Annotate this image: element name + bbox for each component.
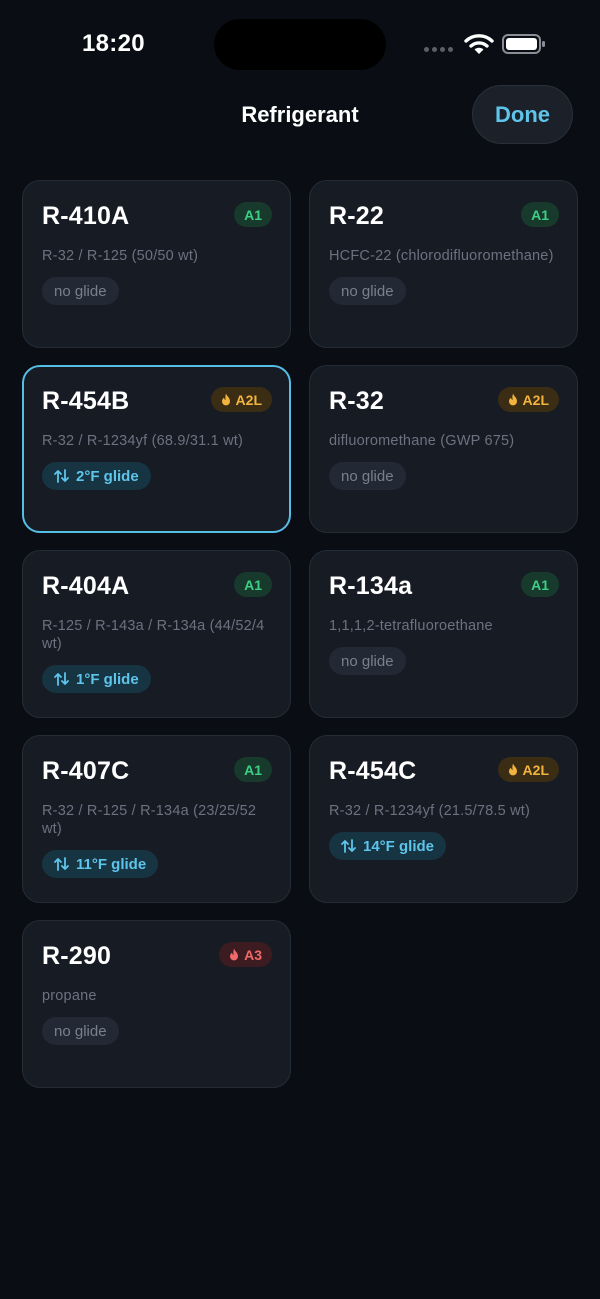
glide-label: no glide — [54, 1022, 107, 1040]
up-down-arrows-icon — [54, 672, 69, 686]
glide-pill: no glide — [42, 277, 119, 305]
safety-class-badge: A1 — [234, 572, 272, 597]
up-down-arrows-icon — [341, 839, 356, 853]
glide-pill: 11°F glide — [42, 850, 159, 878]
refrigerant-card-r-404a[interactable]: R-404A A1 R-125 / R-143a / R-134a (44/52… — [22, 550, 291, 718]
refrigerant-description: R-32 / R-1234yf (68.9/31.1 wt) — [42, 433, 244, 449]
glide-pill: no glide — [42, 1017, 119, 1045]
flame-icon — [221, 393, 230, 406]
safety-class-badge: A1 — [234, 202, 272, 227]
glide-pill: no glide — [329, 277, 406, 305]
refrigerant-card-r-407c[interactable]: R-407C A1 R-32 / R-125 / R-134a (23/25/5… — [22, 735, 291, 903]
glide-label: 14°F glide — [363, 837, 435, 855]
safety-class-badge: A2L — [497, 387, 559, 412]
safety-class-label: A2L — [522, 761, 549, 778]
refrigerant-description: propane — [42, 988, 97, 1004]
up-down-arrows-icon — [54, 857, 69, 871]
safety-class-badge: A2L — [497, 757, 559, 782]
dynamic-island — [214, 19, 386, 70]
safety-class-label: A2L — [522, 391, 549, 408]
glide-label: no glide — [341, 282, 394, 300]
glide-label: 2°F glide — [76, 467, 139, 485]
flame-icon — [230, 948, 239, 961]
up-down-arrows-icon — [54, 469, 69, 483]
wifi-icon — [464, 34, 494, 54]
refrigerant-card-r-290[interactable]: R-290 A3 propane no glide — [22, 920, 291, 1088]
glide-pill: 14°F glide — [329, 832, 447, 860]
glide-label: no glide — [341, 652, 394, 670]
refrigerant-card-r-134a[interactable]: R-134a A1 1,1,1,2-tetrafluoroethane no g… — [309, 550, 578, 718]
refrigerant-card-r-454c[interactable]: R-454C A2L R-32 / R-1234yf (21.5/78.5 wt… — [309, 735, 578, 903]
glide-label: no glide — [54, 282, 107, 300]
refrigerant-description: R-32 / R-125 / R-134a (23/25/52 wt) — [42, 803, 257, 837]
refrigerant-description: difluoromethane (GWP 675) — [329, 433, 515, 449]
safety-class-label: A1 — [531, 576, 549, 593]
refrigerant-description: R-125 / R-143a / R-134a (44/52/4 wt) — [42, 618, 265, 652]
safety-class-badge: A2L — [210, 387, 272, 412]
glide-label: 11°F glide — [76, 855, 147, 873]
glide-pill: 1°F glide — [42, 665, 151, 693]
safety-class-badge: A3 — [219, 942, 272, 967]
safety-class-badge: A1 — [521, 572, 559, 597]
refrigerant-picker-screen: 18:20 Refrigerant Done R-410A A1 R-32 / … — [0, 0, 600, 1299]
safety-class-badge: A1 — [521, 202, 559, 227]
flame-icon — [508, 763, 517, 776]
refrigerant-description: 1,1,1,2-tetrafluoroethane — [329, 618, 493, 634]
refrigerant-description: HCFC-22 (chlorodifluoromethane) — [329, 248, 554, 264]
refrigerant-description: R-32 / R-125 (50/50 wt) — [42, 248, 199, 264]
cellular-signal-icon — [424, 47, 453, 52]
flame-icon — [508, 393, 517, 406]
safety-class-label: A3 — [244, 946, 262, 963]
glide-label: 1°F glide — [76, 670, 139, 688]
refrigerant-card-r-410a[interactable]: R-410A A1 R-32 / R-125 (50/50 wt) no gli… — [22, 180, 291, 348]
safety-class-label: A1 — [244, 761, 262, 778]
done-button[interactable]: Done — [472, 85, 573, 144]
refrigerant-description: R-32 / R-1234yf (21.5/78.5 wt) — [329, 803, 531, 819]
safety-class-label: A2L — [235, 391, 262, 408]
battery-icon — [502, 34, 545, 54]
glide-pill: 2°F glide — [42, 462, 151, 490]
status-time: 18:20 — [82, 30, 145, 57]
refrigerant-grid: R-410A A1 R-32 / R-125 (50/50 wt) no gli… — [22, 180, 578, 1088]
glide-pill: no glide — [329, 647, 406, 675]
safety-class-label: A1 — [244, 206, 262, 223]
safety-class-badge: A1 — [234, 757, 272, 782]
refrigerant-card-r-32[interactable]: R-32 A2L difluoromethane (GWP 675) no gl… — [309, 365, 578, 533]
safety-class-label: A1 — [531, 206, 549, 223]
safety-class-label: A1 — [244, 576, 262, 593]
glide-pill: no glide — [329, 462, 406, 490]
glide-label: no glide — [341, 467, 394, 485]
refrigerant-card-r-454b[interactable]: R-454B A2L R-32 / R-1234yf (68.9/31.1 wt… — [22, 365, 291, 533]
refrigerant-card-r-22[interactable]: R-22 A1 HCFC-22 (chlorodifluoromethane) … — [309, 180, 578, 348]
